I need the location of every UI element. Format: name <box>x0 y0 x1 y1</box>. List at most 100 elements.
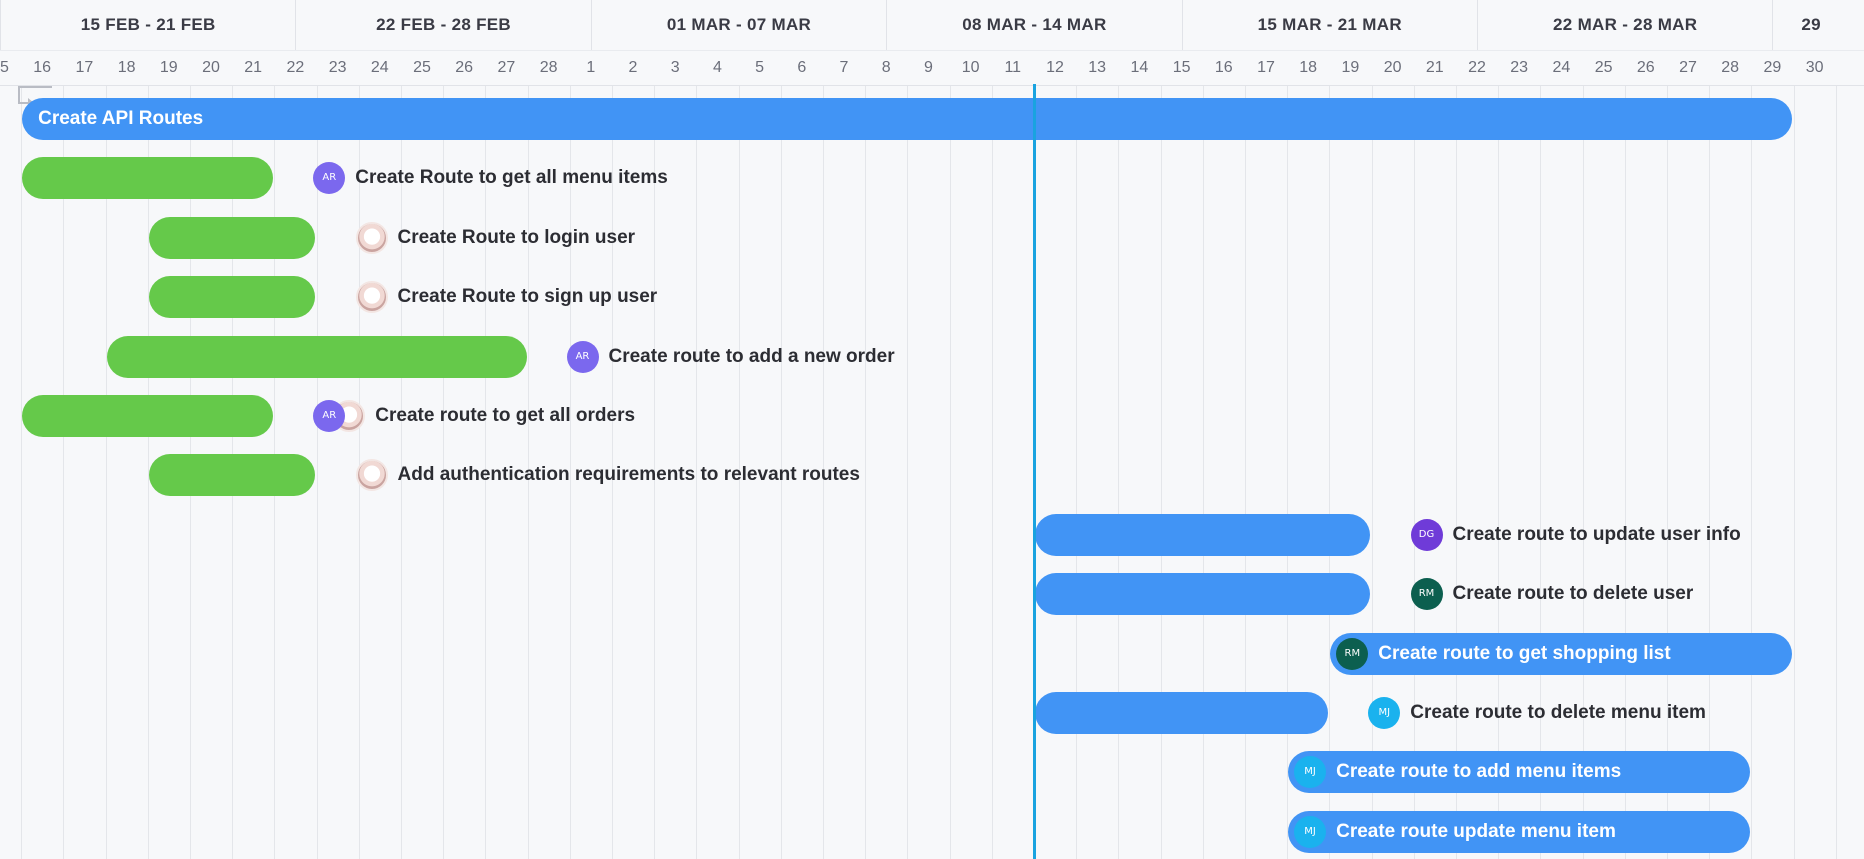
task-bar[interactable] <box>22 157 274 200</box>
grid-line <box>1666 86 1668 859</box>
day-header: 23 <box>1510 59 1529 76</box>
day-header: 9 <box>923 59 933 76</box>
day-header: 15 <box>0 59 9 76</box>
task-bar[interactable] <box>1034 513 1371 556</box>
task-name[interactable]: Create route to delete menu item <box>1410 692 1706 734</box>
task-bar[interactable] <box>22 98 1793 140</box>
grid-line <box>63 86 65 859</box>
gantt-chart: 15 FEB - 21 FEB 22 FEB - 28 FEB 01 MAR - 0… <box>0 0 1864 859</box>
day-header: 26 <box>455 59 474 76</box>
week-header: 08 MAR - 14 MAR <box>886 0 1181 50</box>
day-header: 20 <box>1383 59 1402 76</box>
grid-line <box>1582 86 1584 859</box>
task-bar[interactable] <box>1034 692 1329 734</box>
day-header: 12 <box>1046 59 1064 76</box>
task-name[interactable]: Create API Routes <box>38 98 203 140</box>
day-header: 24 <box>1552 59 1571 76</box>
avatar-ar-icon[interactable]: AR <box>566 340 599 373</box>
task-bar[interactable] <box>148 454 316 497</box>
grid-line <box>1498 86 1500 859</box>
task-name[interactable]: Create route to get all orders <box>375 395 635 437</box>
task-name[interactable]: Create route to delete user <box>1453 573 1694 615</box>
day-header: 25 <box>413 59 431 76</box>
grid-line <box>1118 86 1120 859</box>
week-header: 29 <box>1772 0 1864 50</box>
grid-line <box>1329 86 1331 859</box>
task-name[interactable]: Create Route to get all menu items <box>355 157 668 199</box>
grid-line <box>1371 86 1373 859</box>
day-header: 28 <box>539 59 558 76</box>
grid-line <box>1287 86 1289 859</box>
task-name[interactable]: Create Route to login user <box>398 217 636 259</box>
task-name[interactable]: Create route update menu item <box>1336 811 1616 853</box>
day-header: 3 <box>670 59 680 76</box>
grid-line <box>1751 86 1753 859</box>
day-header: 21 <box>1425 59 1444 76</box>
day-header: 14 <box>1130 59 1149 76</box>
day-header: 4 <box>712 59 722 76</box>
task-bar[interactable] <box>22 395 274 437</box>
day-header: 1 <box>586 59 596 76</box>
day-header: 21 <box>244 59 263 76</box>
day-header: 25 <box>1594 59 1613 76</box>
day-header: 17 <box>1257 59 1275 76</box>
task-name[interactable]: Add authentication requirements to relev… <box>398 454 860 496</box>
grid-line <box>1413 86 1415 859</box>
week-header: 15 MAR - 21 MAR <box>1181 0 1477 50</box>
week-header: 01 MAR - 07 MAR <box>590 0 886 50</box>
task-name[interactable]: Create route to update user info <box>1453 514 1741 556</box>
day-header: 23 <box>328 59 347 76</box>
day-header: 16 <box>33 59 52 76</box>
day-header: 6 <box>797 59 807 76</box>
week-header: 22 MAR - 28 MAR <box>1477 0 1772 50</box>
day-header: 19 <box>1341 59 1360 76</box>
day-header: 26 <box>1636 59 1655 76</box>
grid-line <box>1076 86 1078 859</box>
avatar-rm-icon[interactable]: RM <box>1336 637 1369 670</box>
grid-line <box>949 86 951 859</box>
task-name[interactable]: Create route to get shopping list <box>1378 633 1670 675</box>
grid-line <box>1793 86 1795 859</box>
grid-line <box>1160 86 1162 859</box>
task-bar[interactable] <box>148 276 316 319</box>
task-bar[interactable] <box>106 335 527 378</box>
grid-line <box>991 86 993 859</box>
task-bar[interactable] <box>1034 573 1371 616</box>
avatar-photo-icon[interactable] <box>355 221 388 254</box>
task-bar[interactable] <box>148 216 316 259</box>
grid-line <box>1624 86 1626 859</box>
avatar-ar-icon[interactable]: AR <box>313 162 346 195</box>
day-header: 18 <box>1299 59 1318 76</box>
avatar-photo-icon[interactable] <box>355 459 388 492</box>
week-header: 15 FEB - 21 FEB <box>0 0 295 50</box>
avatar-mj-icon[interactable]: MJ <box>1294 815 1327 848</box>
day-header: 27 <box>497 59 516 76</box>
day-header: 24 <box>370 59 389 76</box>
day-header: 13 <box>1088 59 1107 76</box>
avatar-dg-icon[interactable]: DG <box>1410 518 1443 551</box>
avatar-mj-icon[interactable]: MJ <box>1368 697 1401 729</box>
grid-line <box>1835 86 1837 859</box>
task-name[interactable]: Create route to add menu items <box>1336 751 1621 793</box>
task-name[interactable]: Create Route to sign up user <box>398 276 658 318</box>
day-header: 2 <box>628 59 638 76</box>
day-header: 29 <box>1763 59 1782 76</box>
task-name[interactable]: Create route to add a new order <box>609 336 895 378</box>
day-header: 17 <box>75 59 94 76</box>
grid-line <box>1244 86 1246 859</box>
day-header-row: 1516171819202122232425262728123456789101… <box>0 50 1864 86</box>
avatar-photo-icon[interactable] <box>355 281 388 314</box>
grid-line <box>865 86 867 859</box>
today-marker <box>1032 84 1036 859</box>
day-header: 20 <box>202 59 220 76</box>
day-header: 11 <box>1004 59 1022 76</box>
day-header: 5 <box>755 59 765 76</box>
day-header: 22 <box>1468 59 1486 76</box>
day-header: 10 <box>961 59 980 76</box>
grid-line <box>1202 86 1204 859</box>
avatar-rm-icon[interactable]: RM <box>1410 578 1443 611</box>
grid-line <box>21 86 23 859</box>
grid-line <box>907 86 909 859</box>
grid-line <box>1709 86 1711 859</box>
day-header: 15 <box>1172 59 1191 76</box>
